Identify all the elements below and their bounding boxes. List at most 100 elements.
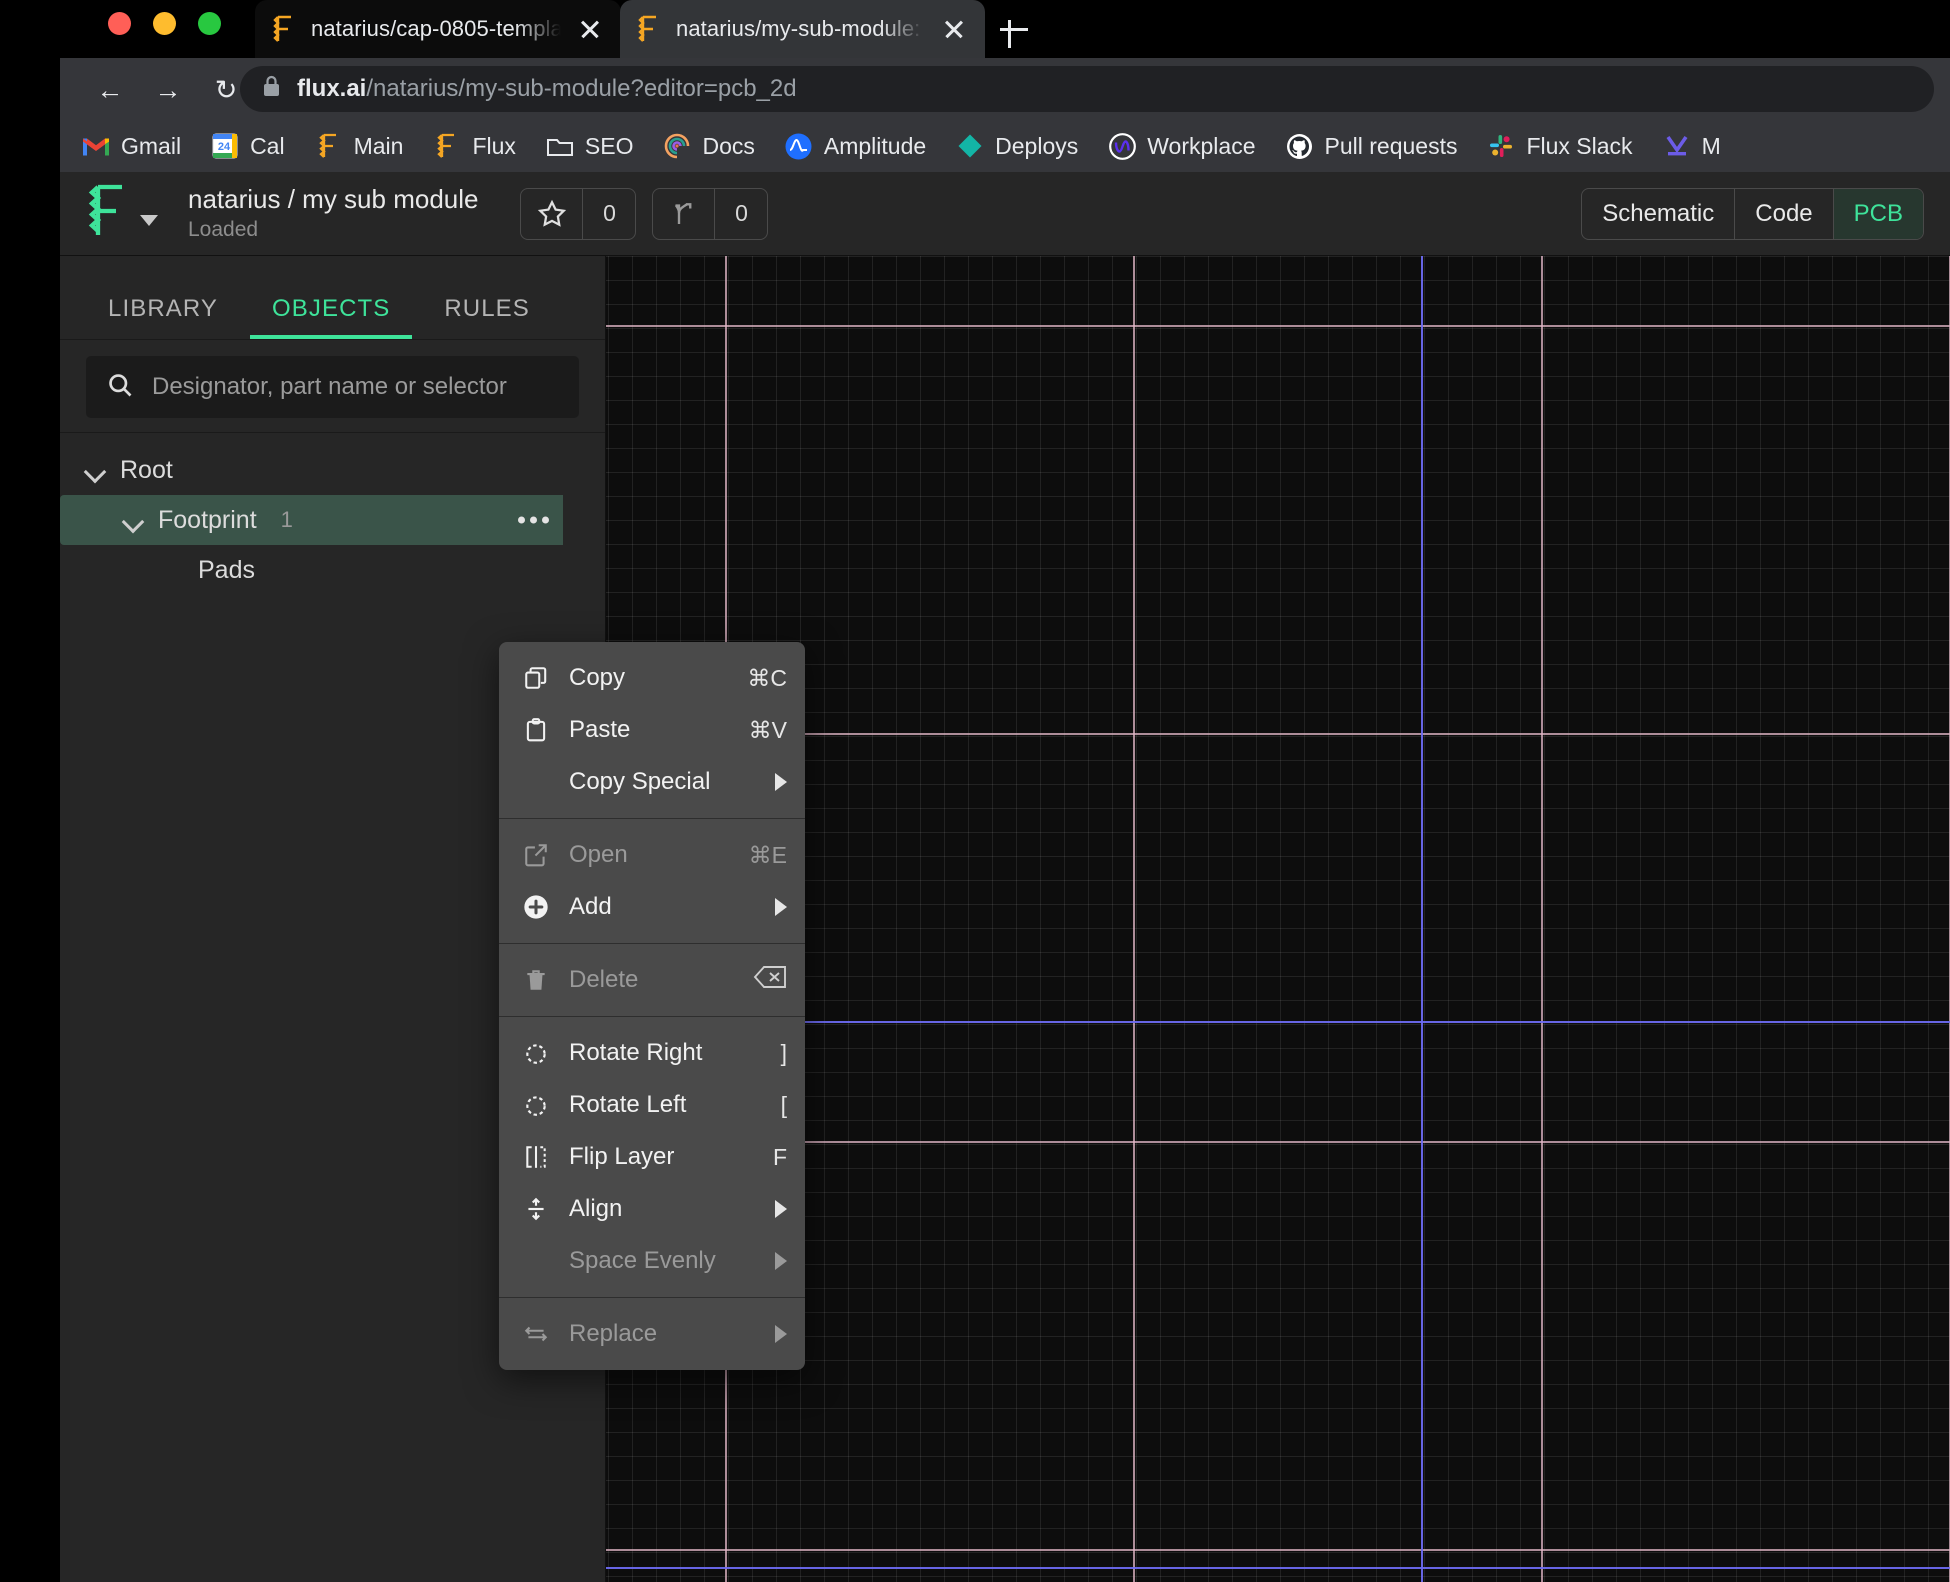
menu-item-rotate-left[interactable]: Rotate Left [ xyxy=(499,1079,805,1131)
chevron-down-icon[interactable] xyxy=(84,459,106,481)
browser-tab-1[interactable]: natarius/cap-0805-template-m xyxy=(255,0,621,58)
view-switcher: Schematic Code PCB xyxy=(1581,188,1924,240)
menu-item-copy[interactable]: Copy ⌘C xyxy=(499,652,805,704)
flux-favicon-icon xyxy=(271,14,297,44)
maximize-window-button[interactable] xyxy=(198,12,221,35)
menu-item-rotate-right[interactable]: Rotate Right ] xyxy=(499,1027,805,1079)
bookmark-label: Gmail xyxy=(121,132,182,159)
bookmark-cal[interactable]: 24 Cal xyxy=(211,132,285,160)
folder-icon xyxy=(546,132,574,160)
menu-item-delete[interactable]: Delete xyxy=(499,954,805,1006)
bookmark-docs[interactable]: Docs xyxy=(663,132,755,160)
bookmark-label: Flux xyxy=(472,132,516,159)
menu-item-label: Copy Special xyxy=(569,768,711,795)
grid-major-horizontal xyxy=(606,325,1950,327)
menu-separator xyxy=(499,818,805,819)
bookmark-m[interactable]: M xyxy=(1663,132,1721,160)
menu-item-shortcut: ⌘C xyxy=(747,664,787,691)
view-tab-schematic[interactable]: Schematic xyxy=(1582,189,1736,239)
search-icon xyxy=(106,371,134,404)
url-path: /natarius/my-sub-module?editor=pcb_2d xyxy=(366,75,797,102)
fork-counter[interactable]: 0 xyxy=(652,187,769,240)
close-tab-icon[interactable] xyxy=(575,14,605,44)
bookmark-label: Pull requests xyxy=(1324,132,1458,159)
rotate-left-icon xyxy=(521,1090,551,1120)
grid-major-vertical xyxy=(1133,256,1135,1582)
bookmark-amplitude[interactable]: Amplitude xyxy=(785,132,926,160)
close-window-button[interactable] xyxy=(108,12,131,35)
menu-item-align[interactable]: Align xyxy=(499,1183,805,1235)
menu-item-label: Align xyxy=(569,1195,623,1222)
menu-item-copy-special[interactable]: Copy Special xyxy=(499,756,805,808)
close-tab-icon[interactable] xyxy=(939,14,969,44)
bookmark-label: Main xyxy=(353,132,404,159)
tree-item-pads[interactable]: Pads xyxy=(60,545,605,595)
tab-library[interactable]: LIBRARY xyxy=(86,295,240,339)
tree-item-footprint[interactable]: Footprint 1 xyxy=(60,495,563,545)
chevron-down-icon[interactable] xyxy=(122,509,144,531)
menu-item-paste[interactable]: Paste ⌘V xyxy=(499,704,805,756)
copy-icon xyxy=(521,663,551,693)
menu-item-shortcut xyxy=(753,964,787,996)
browser-tab-2[interactable]: natarius/my-sub-module: Build xyxy=(620,0,985,58)
star-icon xyxy=(521,188,584,239)
menu-item-add[interactable]: Add xyxy=(499,881,805,933)
search-input[interactable]: Designator, part name or selector xyxy=(86,356,579,418)
menu-item-label: Copy xyxy=(569,664,626,691)
address-bar[interactable]: flux.ai/natarius/my-sub-module?editor=pc… xyxy=(240,66,1934,112)
open-external-icon xyxy=(521,840,551,870)
tab-title: natarius/cap-0805-template-m xyxy=(311,16,561,41)
diamond-icon xyxy=(956,132,984,160)
bookmark-main[interactable]: Main xyxy=(315,132,404,160)
star-counter[interactable]: 0 xyxy=(520,187,637,240)
bookmark-pull-requests[interactable]: Pull requests xyxy=(1286,132,1458,160)
bookmark-flux[interactable]: Flux xyxy=(433,132,516,160)
new-tab-button[interactable] xyxy=(995,10,1033,48)
bookmark-seo[interactable]: SEO xyxy=(546,132,633,160)
flux-app: natarius / my sub module Loaded 0 0 Sche… xyxy=(60,172,1950,1582)
menu-item-label: Rotate Left xyxy=(569,1091,687,1118)
menu-item-shortcut: F xyxy=(772,1143,787,1170)
tree-item-label: Pads xyxy=(198,555,255,584)
bookmark-flux-slack[interactable]: Flux Slack xyxy=(1487,132,1633,160)
menu-item-label: Delete xyxy=(569,966,639,993)
flux-icon xyxy=(433,132,461,160)
forward-button[interactable]: → xyxy=(146,68,190,112)
tab-rules[interactable]: RULES xyxy=(422,295,552,339)
tab-objects[interactable]: OBJECTS xyxy=(249,295,413,339)
rotate-right-icon xyxy=(521,1038,551,1068)
menu-item-shortcut: [ xyxy=(780,1091,787,1118)
menu-item-label: Add xyxy=(569,893,612,920)
minimize-window-button[interactable] xyxy=(153,12,176,35)
flux-logo-button[interactable] xyxy=(60,182,170,245)
gmail-icon xyxy=(82,132,110,160)
view-tab-pcb[interactable]: PCB xyxy=(1833,189,1923,239)
bookmark-workplace[interactable]: Workplace xyxy=(1108,132,1256,160)
menu-item-space-evenly[interactable]: Space Evenly xyxy=(499,1235,805,1287)
browser-window: natarius/cap-0805-template-m natarius/my… xyxy=(0,0,1950,1582)
board-outline-horizontal xyxy=(606,1567,1950,1569)
page-title: natarius / my sub module xyxy=(188,184,479,215)
chevron-down-icon[interactable] xyxy=(140,215,158,226)
fork-icon xyxy=(653,188,716,239)
bookmark-gmail[interactable]: Gmail xyxy=(82,132,181,160)
google-calendar-icon: 24 xyxy=(211,132,239,160)
board-outline-horizontal xyxy=(606,1021,1950,1023)
menu-item-shortcut: ⌘E xyxy=(748,841,787,868)
pcb-canvas[interactable] xyxy=(606,256,1950,1582)
menu-item-open[interactable]: Open ⌘E xyxy=(499,829,805,881)
tree-item-root[interactable]: Root xyxy=(60,445,605,495)
back-button[interactable]: ← xyxy=(88,68,132,112)
search-row: Designator, part name or selector xyxy=(60,340,605,433)
more-options-icon[interactable] xyxy=(518,516,549,524)
pcb-grid xyxy=(606,256,1950,1582)
menu-item-replace[interactable]: Replace xyxy=(499,1308,805,1360)
menu-item-flip-layer[interactable]: Flip Layer F xyxy=(499,1131,805,1183)
menu-item-label: Open xyxy=(569,841,628,868)
view-tab-code[interactable]: Code xyxy=(1735,189,1834,239)
bookmark-deploys[interactable]: Deploys xyxy=(956,132,1078,160)
flux-logo-icon xyxy=(84,182,130,245)
object-tree: Root Footprint 1 Pads xyxy=(60,433,605,595)
grid-major-horizontal xyxy=(606,733,1950,735)
grid-major-horizontal xyxy=(606,1141,1950,1143)
